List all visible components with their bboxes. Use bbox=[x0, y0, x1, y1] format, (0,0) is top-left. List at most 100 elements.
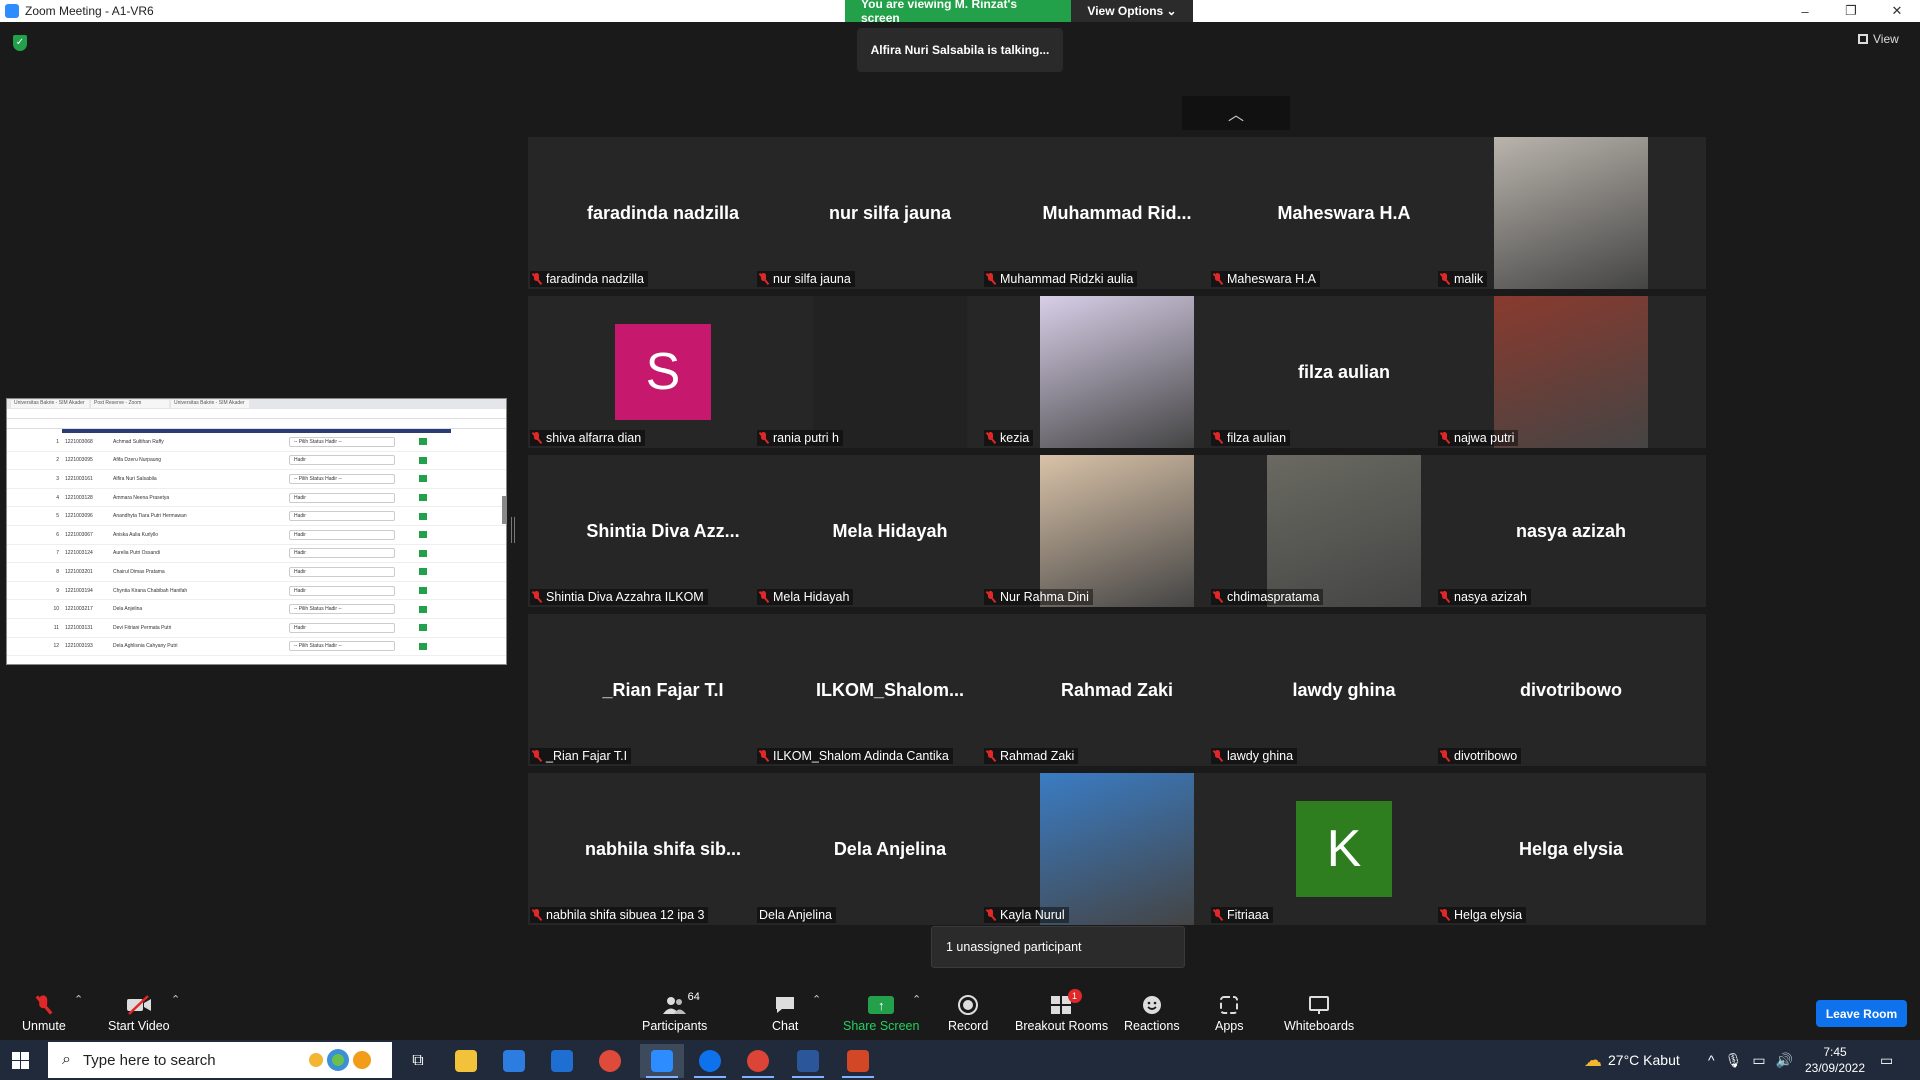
zoom-taskbar-icon[interactable] bbox=[640, 1044, 684, 1078]
whiteboards-button[interactable]: Whiteboards bbox=[1284, 993, 1354, 1033]
status-select[interactable]: -- Pilih Status Hadir -- bbox=[289, 604, 395, 615]
mic-muted-icon bbox=[1440, 273, 1450, 285]
chrome-icon[interactable] bbox=[588, 1044, 632, 1078]
participants-button[interactable]: 64 Participants bbox=[642, 991, 707, 1033]
collapse-gallery-button[interactable]: ︿ bbox=[1182, 96, 1290, 130]
shared-screen-view[interactable]: Universitas Bakrie - SIM Akader Post Res… bbox=[6, 398, 507, 665]
save-row-icon[interactable] bbox=[419, 531, 427, 539]
reactions-button[interactable]: Reactions bbox=[1124, 993, 1180, 1033]
mic-muted-icon bbox=[759, 432, 769, 444]
status-select[interactable]: -- Pilih Status Hadir -- bbox=[289, 473, 395, 484]
mail-icon[interactable] bbox=[540, 1044, 584, 1078]
minimize-button[interactable]: – bbox=[1782, 0, 1828, 22]
participant-tile[interactable]: nasya azizah nasya azizah bbox=[1436, 455, 1706, 607]
row-number: 3 bbox=[56, 475, 59, 482]
status-select[interactable]: Hadir bbox=[289, 455, 395, 466]
start-video-button[interactable]: Start Video bbox=[108, 993, 170, 1033]
mic-muted-icon bbox=[532, 909, 542, 921]
status-select[interactable]: Hadir bbox=[289, 566, 395, 577]
status-select[interactable]: Hadir bbox=[289, 492, 395, 503]
profile-photo bbox=[1040, 455, 1194, 607]
file-explorer-icon[interactable] bbox=[444, 1044, 488, 1078]
save-row-icon[interactable] bbox=[419, 587, 427, 595]
breakout-rooms-button[interactable]: 1 Breakout Rooms bbox=[1015, 989, 1108, 1033]
weather-widget[interactable]: ☁ 27°C Kabut bbox=[1584, 1040, 1680, 1080]
share-options-caret[interactable]: ⌃ bbox=[912, 993, 921, 1006]
status-select[interactable]: Hadir bbox=[289, 622, 395, 633]
store-icon[interactable] bbox=[492, 1044, 536, 1078]
audio-options-caret[interactable]: ⌃ bbox=[74, 993, 83, 1006]
status-select[interactable]: Hadir bbox=[289, 511, 395, 522]
split-resize-handle[interactable] bbox=[511, 517, 515, 543]
apps-label: Apps bbox=[1215, 1019, 1244, 1033]
chrome-profile-icon[interactable] bbox=[736, 1044, 780, 1078]
taskbar-search[interactable]: ⌕ Type here to search bbox=[48, 1042, 392, 1078]
word-icon[interactable] bbox=[786, 1044, 830, 1078]
chat-label: Chat bbox=[772, 1019, 799, 1033]
participant-name: malik bbox=[1454, 272, 1484, 286]
table-row: 8 1221003201 Chairul Dimas Pratama Hadir bbox=[7, 563, 506, 582]
mic-muted-icon bbox=[1440, 750, 1450, 762]
chat-button[interactable]: Chat bbox=[772, 993, 798, 1033]
record-button[interactable]: Record bbox=[948, 993, 988, 1033]
mic-muted-icon bbox=[1213, 273, 1223, 285]
leave-room-button[interactable]: Leave Room bbox=[1816, 1000, 1907, 1027]
student-id: 1221003124 bbox=[65, 550, 93, 557]
video-options-caret[interactable]: ⌃ bbox=[171, 993, 180, 1006]
network-icon[interactable]: ▭ bbox=[1752, 1052, 1765, 1069]
save-row-icon[interactable] bbox=[419, 624, 427, 632]
share-screen-icon: ↑ bbox=[868, 993, 895, 1017]
participant-name-label: najwa putri bbox=[1438, 430, 1519, 446]
status-select[interactable]: -- Pilih Status Hadir -- bbox=[289, 436, 395, 447]
student-name: Devi Fitriani Permata Putri bbox=[113, 624, 172, 631]
status-select[interactable]: -- Pilih Status Hadir -- bbox=[289, 641, 395, 652]
record-icon bbox=[957, 993, 979, 1017]
notifications-icon[interactable]: ▭ bbox=[1880, 1040, 1893, 1080]
participant-name-label: Nur Rahma Dini bbox=[984, 589, 1093, 605]
student-name: Chairul Dimas Pratama bbox=[113, 568, 165, 575]
apps-button[interactable]: Apps bbox=[1215, 993, 1244, 1033]
microphone-icon[interactable]: 🎙 bbox=[1725, 1052, 1743, 1069]
close-button[interactable]: ✕ bbox=[1874, 0, 1920, 22]
participant-tile[interactable]: Helga elysia Helga elysia bbox=[1436, 773, 1706, 925]
taskbar-clock[interactable]: 7:45 23/09/2022 bbox=[1800, 1044, 1870, 1076]
unmute-button[interactable]: Unmute bbox=[22, 993, 66, 1033]
save-row-icon[interactable] bbox=[419, 512, 427, 520]
participant-tile[interactable]: najwa putri bbox=[1436, 296, 1706, 448]
maximize-button[interactable]: ❐ bbox=[1828, 0, 1874, 22]
share-screen-button[interactable]: ↑ Share Screen bbox=[843, 993, 919, 1033]
participant-tile[interactable]: malik bbox=[1436, 137, 1706, 289]
windows-start-icon[interactable] bbox=[12, 1052, 29, 1069]
mic-muted-icon bbox=[759, 591, 769, 603]
save-row-icon[interactable] bbox=[419, 642, 427, 650]
save-row-icon[interactable] bbox=[419, 549, 427, 557]
mic-muted-icon bbox=[532, 591, 542, 603]
tray-chevron-icon[interactable]: ^ bbox=[1708, 1052, 1715, 1068]
shared-screen-scrollbar[interactable] bbox=[502, 496, 506, 524]
save-row-icon[interactable] bbox=[419, 456, 427, 464]
chat-options-caret[interactable]: ⌃ bbox=[812, 993, 821, 1006]
volume-icon[interactable]: 🔊 bbox=[1776, 1052, 1793, 1069]
save-row-icon[interactable] bbox=[419, 475, 427, 483]
row-number: 8 bbox=[56, 568, 59, 575]
view-options-button[interactable]: View Options ⌄ bbox=[1071, 0, 1193, 22]
participant-name: chdimaspratama bbox=[1227, 590, 1320, 604]
status-select[interactable]: Hadir bbox=[289, 548, 395, 559]
apps-icon bbox=[1219, 993, 1239, 1017]
mic-muted-icon bbox=[532, 432, 542, 444]
security-shield-icon[interactable]: ✓ bbox=[13, 35, 27, 51]
participant-tile[interactable]: divotribowo divotribowo bbox=[1436, 614, 1706, 766]
save-row-icon[interactable] bbox=[419, 494, 427, 502]
unassigned-participant-toast[interactable]: 1 unassigned participant bbox=[931, 926, 1185, 968]
save-row-icon[interactable] bbox=[419, 438, 427, 446]
participant-name-label: chdimaspratama bbox=[1211, 589, 1324, 605]
view-button[interactable]: View bbox=[1858, 32, 1899, 46]
status-select[interactable]: Hadir bbox=[289, 529, 395, 540]
save-row-icon[interactable] bbox=[419, 605, 427, 613]
save-row-icon[interactable] bbox=[419, 568, 427, 576]
status-select[interactable]: Hadir bbox=[289, 585, 395, 596]
powerpoint-icon[interactable] bbox=[836, 1044, 880, 1078]
task-view-icon[interactable]: ⧉ bbox=[396, 1044, 440, 1078]
teamviewer-icon[interactable] bbox=[688, 1044, 732, 1078]
participant-name: lawdy ghina bbox=[1227, 749, 1294, 763]
